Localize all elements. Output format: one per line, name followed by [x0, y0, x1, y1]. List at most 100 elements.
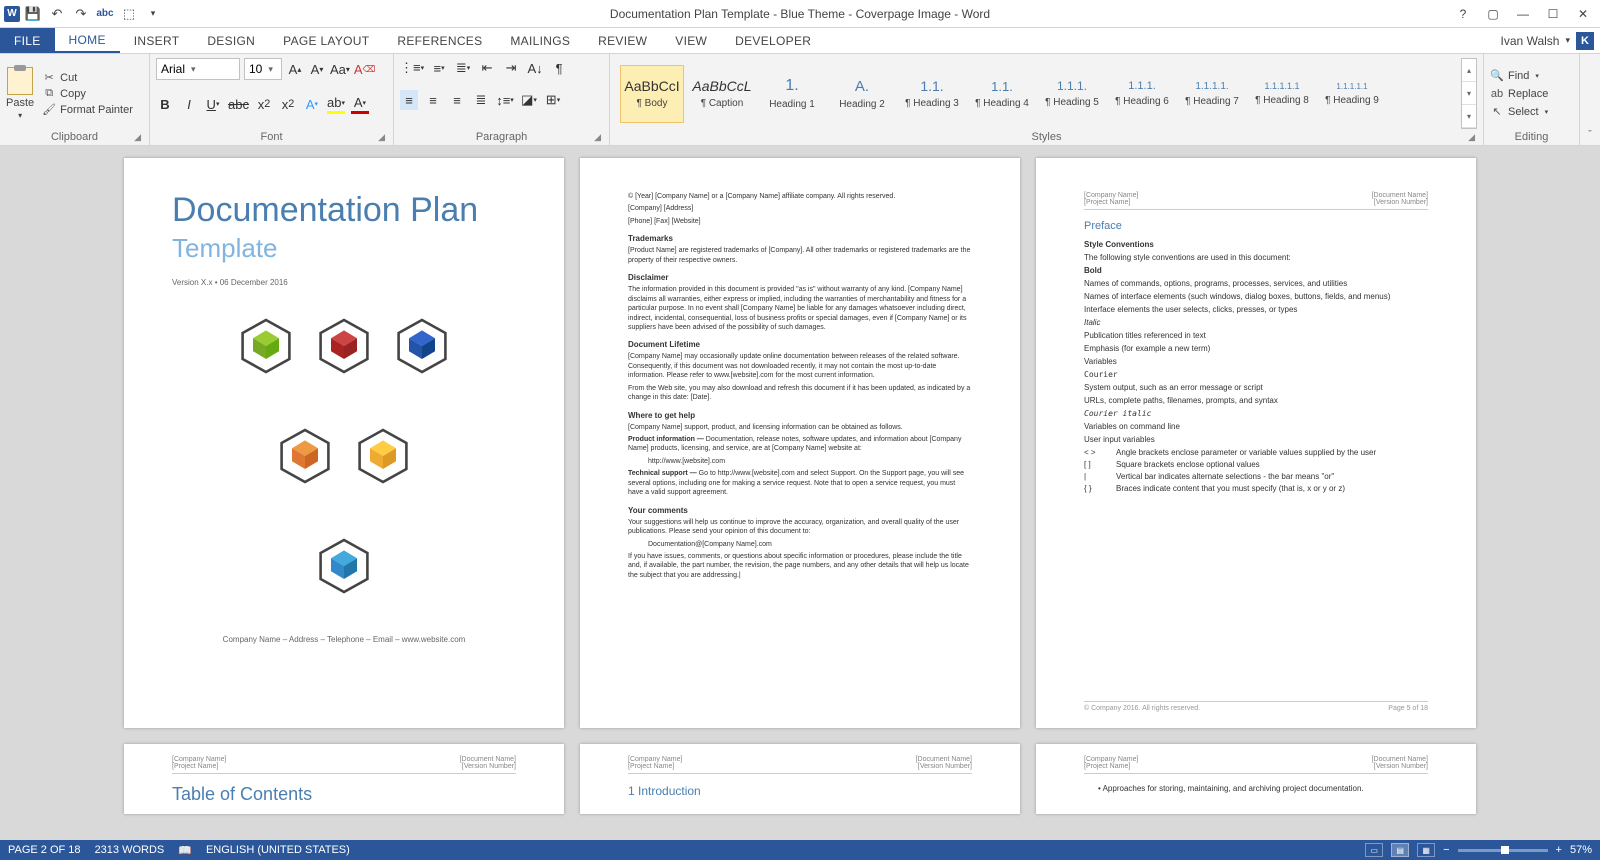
subscript-button[interactable]: x2 [255, 94, 273, 114]
multilevel-button[interactable]: ≣▾ [454, 58, 472, 78]
copy-button[interactable]: ⧉Copy [42, 87, 133, 101]
inc-indent-button[interactable]: ⇥ [502, 58, 520, 78]
titlebar: W 💾 ↶ ↷ abc ⬚ ▾ Documentation Plan Templ… [0, 0, 1600, 28]
bold-button[interactable]: B [156, 94, 174, 114]
zoom-out-button[interactable]: − [1443, 844, 1449, 856]
ribbon-display-icon[interactable]: ▢ [1480, 3, 1506, 25]
replace-icon: ab [1490, 87, 1504, 101]
align-center-button[interactable]: ≡ [424, 90, 442, 110]
help-icon[interactable]: ? [1450, 3, 1476, 25]
cube-icon [318, 537, 370, 595]
replace-button[interactable]: abReplace [1490, 87, 1548, 101]
find-button[interactable]: 🔍Find▾ [1490, 69, 1548, 83]
shading-button[interactable]: ◪▾ [520, 90, 538, 110]
status-page[interactable]: PAGE 2 OF 18 [8, 844, 81, 856]
paragraph-launcher[interactable]: ◢ [594, 132, 601, 143]
select-icon: ↖ [1490, 105, 1504, 119]
style-item[interactable]: 1.1.1.1.1¶ Heading 9 [1320, 65, 1384, 123]
change-case-button[interactable]: Aa▾ [330, 59, 350, 79]
tab-file[interactable]: FILE [0, 28, 55, 53]
clipboard-launcher[interactable]: ◢ [134, 132, 141, 143]
cut-button[interactable]: ✂Cut [42, 71, 133, 85]
qat-touchmode[interactable]: ⬚ [118, 3, 140, 25]
status-proof-icon[interactable]: 📖 [178, 844, 192, 857]
paste-button[interactable]: Paste ▾ [6, 58, 34, 129]
tab-home[interactable]: HOME [55, 28, 120, 53]
text-effects-button[interactable]: A▾ [303, 94, 321, 114]
highlight-button[interactable]: ab▾ [327, 94, 345, 114]
zoom-in-button[interactable]: + [1556, 844, 1562, 856]
italic-button[interactable]: I [180, 94, 198, 114]
style-item[interactable]: 1.1.1.1.¶ Heading 7 [1180, 65, 1244, 123]
font-launcher[interactable]: ◢ [378, 132, 385, 143]
style-item[interactable]: 1.1.¶ Heading 3 [900, 65, 964, 123]
find-icon: 🔍 [1490, 69, 1504, 83]
cover-graphic [172, 287, 516, 605]
tab-design[interactable]: DESIGN [193, 28, 269, 53]
strike-button[interactable]: abc [228, 94, 249, 114]
justify-button[interactable]: ≣ [472, 90, 490, 110]
borders-button[interactable]: ⊞▾ [544, 90, 562, 110]
tab-developer[interactable]: DEVELOPER [721, 28, 825, 53]
style-item[interactable]: 1.1.¶ Heading 4 [970, 65, 1034, 123]
style-item[interactable]: 1.1.1.¶ Heading 5 [1040, 65, 1104, 123]
style-item[interactable]: 1.Heading 1 [760, 65, 824, 123]
qat-undo[interactable]: ↶ [46, 3, 68, 25]
format-painter-button[interactable]: 🖌Format Painter [42, 103, 133, 117]
tab-references[interactable]: REFERENCES [383, 28, 496, 53]
status-lang[interactable]: ENGLISH (UNITED STATES) [206, 844, 350, 856]
superscript-button[interactable]: x2 [279, 94, 297, 114]
maximize-icon[interactable]: ☐ [1540, 3, 1566, 25]
font-name-combo[interactable]: Arial▾ [156, 58, 240, 80]
view-web-button[interactable]: ▦ [1417, 843, 1435, 857]
minimize-icon[interactable]: — [1510, 3, 1536, 25]
zoom-slider[interactable] [1458, 849, 1548, 852]
style-item[interactable]: 1.1.1.1.1¶ Heading 8 [1250, 65, 1314, 123]
cube-icon [279, 427, 331, 485]
styles-gallery[interactable]: AaBbCcI¶ BodyAaBbCcL¶ Caption1.Heading 1… [616, 58, 1453, 129]
font-size-combo[interactable]: 10▾ [244, 58, 282, 80]
qat-customize[interactable]: ▾ [142, 3, 164, 25]
tab-mailings[interactable]: MAILINGS [496, 28, 584, 53]
qat-save[interactable]: 💾 [22, 3, 44, 25]
shrink-font-button[interactable]: A▾ [308, 59, 326, 79]
qat-redo[interactable]: ↷ [70, 3, 92, 25]
show-marks-button[interactable]: ¶ [550, 58, 568, 78]
underline-button[interactable]: U▾ [204, 94, 222, 114]
paste-icon [7, 67, 33, 95]
line-spacing-button[interactable]: ↕≡▾ [496, 90, 514, 110]
dec-indent-button[interactable]: ⇤ [478, 58, 496, 78]
clear-format-button[interactable]: A⌫ [354, 59, 375, 79]
style-item[interactable]: AaBbCcL¶ Caption [690, 65, 754, 123]
style-item[interactable]: AaBbCcI¶ Body [620, 65, 684, 123]
grow-font-button[interactable]: A▴ [286, 59, 304, 79]
view-print-button[interactable]: ▤ [1391, 843, 1409, 857]
sort-button[interactable]: A↓ [526, 58, 544, 78]
font-color-button[interactable]: A▾ [351, 94, 369, 114]
account-area[interactable]: Ivan Walsh▾ K [1501, 28, 1600, 53]
qat-spellcheck[interactable]: abc [94, 3, 116, 25]
style-item[interactable]: 1.1.1.¶ Heading 6 [1110, 65, 1174, 123]
view-read-button[interactable]: ▭ [1365, 843, 1383, 857]
tab-insert[interactable]: INSERT [120, 28, 194, 53]
cover-meta: Version X.x • 06 December 2016 [172, 278, 516, 287]
numbering-button[interactable]: ≡▾ [430, 58, 448, 78]
tab-pagelayout[interactable]: PAGE LAYOUT [269, 28, 383, 53]
tab-view[interactable]: VIEW [661, 28, 721, 53]
tab-review[interactable]: REVIEW [584, 28, 661, 53]
align-left-button[interactable]: ≡ [400, 90, 418, 110]
zoom-level[interactable]: 57% [1570, 844, 1592, 856]
align-right-button[interactable]: ≡ [448, 90, 466, 110]
bullets-button[interactable]: ⋮≡▾ [400, 58, 424, 78]
collapse-ribbon-button[interactable]: ˇ [1580, 54, 1600, 145]
styles-launcher[interactable]: ◢ [1468, 132, 1475, 143]
page-cover: Documentation Plan Template Version X.x … [124, 158, 564, 728]
style-item[interactable]: A.Heading 2 [830, 65, 894, 123]
status-words[interactable]: 2313 WORDS [95, 844, 165, 856]
close-icon[interactable]: ✕ [1570, 3, 1596, 25]
select-button[interactable]: ↖Select▾ [1490, 105, 1548, 119]
styles-scroll[interactable]: ▴▾▾ [1461, 58, 1477, 129]
cover-title: Documentation Plan [172, 192, 516, 229]
document-area[interactable]: Documentation Plan Template Version X.x … [0, 146, 1600, 840]
brush-icon: 🖌 [42, 103, 56, 117]
